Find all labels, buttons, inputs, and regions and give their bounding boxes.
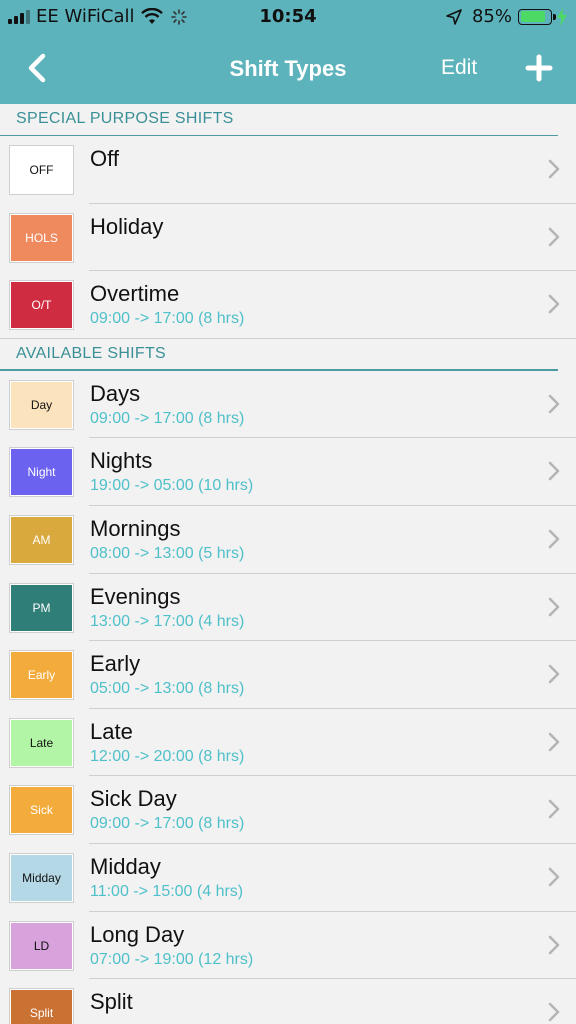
- shift-title: Split: [90, 989, 133, 1015]
- status-right: 85%: [446, 6, 568, 27]
- add-shift-button[interactable]: [525, 54, 553, 82]
- shift-type-row[interactable]: OFF Off: [0, 136, 576, 204]
- chevron-right-icon: [548, 935, 560, 954]
- shift-title: Evenings: [90, 583, 181, 609]
- shift-title: Off: [90, 146, 119, 171]
- shift-title: Long Day: [90, 921, 185, 947]
- navigation-bar: Shift Types Edit: [0, 34, 576, 104]
- shift-badge: Midday: [9, 852, 74, 903]
- status-bar: EE WiFiCall 10:54 85%: [0, 0, 576, 34]
- chevron-right-icon: [548, 664, 560, 684]
- shift-type-row[interactable]: PM Evenings 13:00 -> 17:00 (4 hrs): [0, 574, 576, 642]
- shift-type-row[interactable]: Midday Midday 11:00 -> 15:00 (4 hrs): [0, 844, 576, 912]
- shift-title: Overtime: [90, 281, 180, 307]
- shift-type-row[interactable]: LD Long Day 07:00 -> 19:00 (12 hrs): [0, 912, 576, 980]
- shift-type-row[interactable]: Sick Sick Day 09:00 -> 17:00 (8 hrs): [0, 776, 576, 844]
- chevron-right-icon: [548, 159, 560, 179]
- chevron-right-icon: [548, 394, 560, 414]
- shift-title: Holiday: [90, 213, 164, 239]
- section-header: SPECIAL PURPOSE SHIFTS: [0, 104, 576, 136]
- shift-badge: Early: [9, 650, 74, 701]
- page-title: Shift Types: [229, 56, 347, 81]
- shift-type-row[interactable]: AM Mornings 08:00 -> 13:00 (5 hrs): [0, 506, 576, 574]
- shift-time-range: 09:00 -> 17:00 (8 hrs): [90, 409, 245, 427]
- shift-badge: Day: [9, 379, 74, 430]
- section-header: AVAILABLE SHIFTS: [0, 339, 576, 371]
- shift-type-row[interactable]: Day Days 09:00 -> 17:00 (8 hrs): [0, 371, 576, 439]
- chevron-right-icon: [548, 529, 560, 549]
- shift-title: Nights: [90, 448, 153, 474]
- shift-type-row[interactable]: Night Nights 19:00 -> 05:00 (10 hrs): [0, 438, 576, 506]
- shift-badge: HOLS: [9, 212, 74, 263]
- shift-title: Mornings: [90, 515, 181, 541]
- chevron-right-icon: [548, 294, 560, 314]
- shift-badge: O/T: [9, 280, 74, 331]
- battery-percent: 85%: [471, 6, 512, 27]
- battery-icon: [518, 8, 556, 25]
- shift-time-range: 13:00 -> 17:00 (4 hrs): [90, 612, 245, 630]
- chevron-right-icon: [548, 800, 560, 819]
- shift-title: Days: [90, 380, 141, 406]
- shift-badge: Sick: [9, 785, 74, 836]
- location-arrow-icon: [446, 8, 462, 25]
- shift-badge: OFF: [9, 145, 74, 195]
- shift-types-list: SPECIAL PURPOSE SHIFTS OFF Off HOLS Holiday O…: [0, 104, 576, 1024]
- shift-title: Midday: [90, 853, 161, 879]
- edit-button[interactable]: Edit: [441, 56, 477, 80]
- charging-bolt-icon: [557, 7, 567, 26]
- shift-badge: AM: [9, 514, 74, 565]
- chevron-right-icon: [548, 597, 560, 616]
- shift-badge: Late: [9, 717, 74, 768]
- shift-badge: Split: [9, 988, 74, 1024]
- shift-time-range: 12:00 -> 20:00 (8 hrs): [90, 747, 245, 765]
- shift-time-range: 09:00 -> 17:00 (8 hrs): [90, 310, 245, 328]
- shift-type-row[interactable]: HOLS Holiday: [0, 204, 576, 272]
- shift-type-row[interactable]: Early Early 05:00 -> 13:00 (8 hrs): [0, 641, 576, 709]
- shift-type-row[interactable]: Late Late 12:00 -> 20:00 (8 hrs): [0, 709, 576, 777]
- chevron-right-icon: [548, 462, 560, 481]
- shift-time-range: 07:00 -> 19:00 (12 hrs): [90, 950, 254, 968]
- shift-type-row[interactable]: Split Split: [0, 979, 576, 1024]
- shift-badge: LD: [9, 920, 74, 971]
- chevron-right-icon: [548, 1002, 560, 1022]
- shift-time-range: 11:00 -> 15:00 (4 hrs): [90, 882, 244, 900]
- shift-time-range: 05:00 -> 13:00 (8 hrs): [90, 680, 245, 698]
- shift-time-range: 19:00 -> 05:00 (10 hrs): [90, 477, 254, 495]
- shift-type-row[interactable]: O/T Overtime 09:00 -> 17:00 (8 hrs): [0, 271, 576, 339]
- shift-title: Sick Day: [90, 786, 177, 812]
- chevron-right-icon: [548, 732, 560, 752]
- chevron-right-icon: [548, 867, 560, 887]
- shift-badge: Night: [9, 447, 74, 498]
- battery-level: [520, 11, 546, 22]
- shift-title: Late: [90, 718, 133, 744]
- shift-title: Early: [90, 651, 141, 677]
- shift-time-range: 08:00 -> 13:00 (5 hrs): [90, 544, 245, 562]
- shift-time-range: 09:00 -> 17:00 (8 hrs): [90, 815, 245, 833]
- chevron-right-icon: [548, 227, 560, 246]
- shift-badge: PM: [9, 582, 74, 633]
